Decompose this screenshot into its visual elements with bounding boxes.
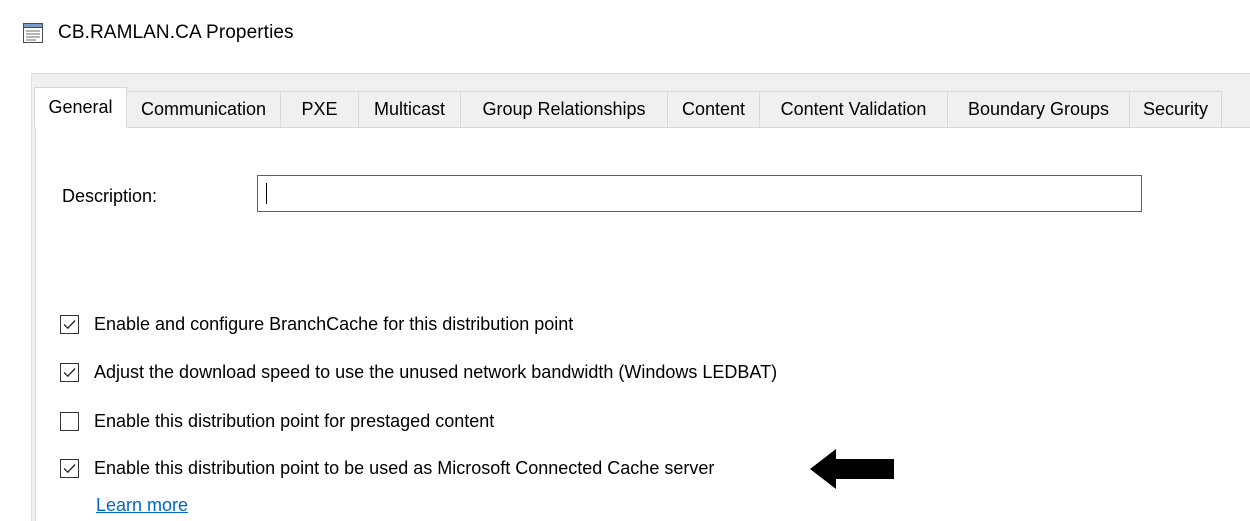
tab-label: PXE: [301, 99, 338, 119]
tab-label: Content: [681, 99, 746, 119]
text-caret: [266, 183, 267, 204]
tab-group-relationships[interactable]: Group Relationships: [460, 91, 668, 128]
prestaged-content-label: Enable this distribution point for prest…: [94, 411, 495, 431]
prestaged-content-checkbox[interactable]: [60, 412, 79, 431]
checkmark-icon: [63, 368, 76, 378]
properties-window: CB.RAMLAN.CA Properties General Communic…: [0, 0, 1250, 521]
tab-multicast[interactable]: Multicast: [358, 91, 461, 128]
branchcache-option[interactable]: Enable and configure BranchCache for thi…: [60, 314, 573, 335]
tab-label: Communication: [140, 99, 267, 119]
title-bar: CB.RAMLAN.CA Properties: [22, 17, 294, 49]
properties-sheet-icon: [22, 22, 44, 44]
tab-label: Group Relationships: [482, 99, 646, 119]
connected-cache-option[interactable]: Enable this distribution point to be use…: [60, 458, 714, 479]
tab-general[interactable]: General: [34, 87, 127, 128]
ledbat-checkbox[interactable]: [60, 363, 79, 382]
tab-content-validation[interactable]: Content Validation: [759, 91, 948, 128]
checkmark-icon: [63, 464, 76, 474]
connected-cache-checkbox[interactable]: [60, 459, 79, 478]
tab-strip: General Communication PXE Multicast Grou…: [34, 87, 1222, 128]
tab-label: Multicast: [373, 99, 445, 119]
tab-content[interactable]: Content: [667, 91, 760, 128]
window-title: CB.RAMLAN.CA Properties: [58, 22, 294, 43]
ledbat-label: Adjust the download speed to use the unu…: [94, 362, 778, 382]
tab-label: Security: [1142, 99, 1209, 119]
tab-label: General: [48, 97, 113, 117]
connected-cache-label: Enable this distribution point to be use…: [94, 458, 715, 478]
prestaged-content-option[interactable]: Enable this distribution point for prest…: [60, 411, 494, 432]
tab-boundary-groups[interactable]: Boundary Groups: [947, 91, 1130, 128]
checkmark-icon: [63, 320, 76, 330]
tab-pxe[interactable]: PXE: [280, 91, 359, 128]
description-input[interactable]: [257, 175, 1142, 212]
tab-label: Boundary Groups: [967, 99, 1110, 119]
tab-security[interactable]: Security: [1129, 91, 1222, 128]
branchcache-label: Enable and configure BranchCache for thi…: [94, 314, 574, 334]
left-arrow-icon: [810, 449, 896, 494]
tab-communication[interactable]: Communication: [126, 91, 281, 128]
ledbat-option[interactable]: Adjust the download speed to use the unu…: [60, 362, 777, 383]
branchcache-checkbox[interactable]: [60, 315, 79, 334]
description-label: Description:: [62, 186, 158, 206]
learn-more-link[interactable]: Learn more: [96, 495, 188, 516]
tab-label: Content Validation: [780, 99, 927, 119]
